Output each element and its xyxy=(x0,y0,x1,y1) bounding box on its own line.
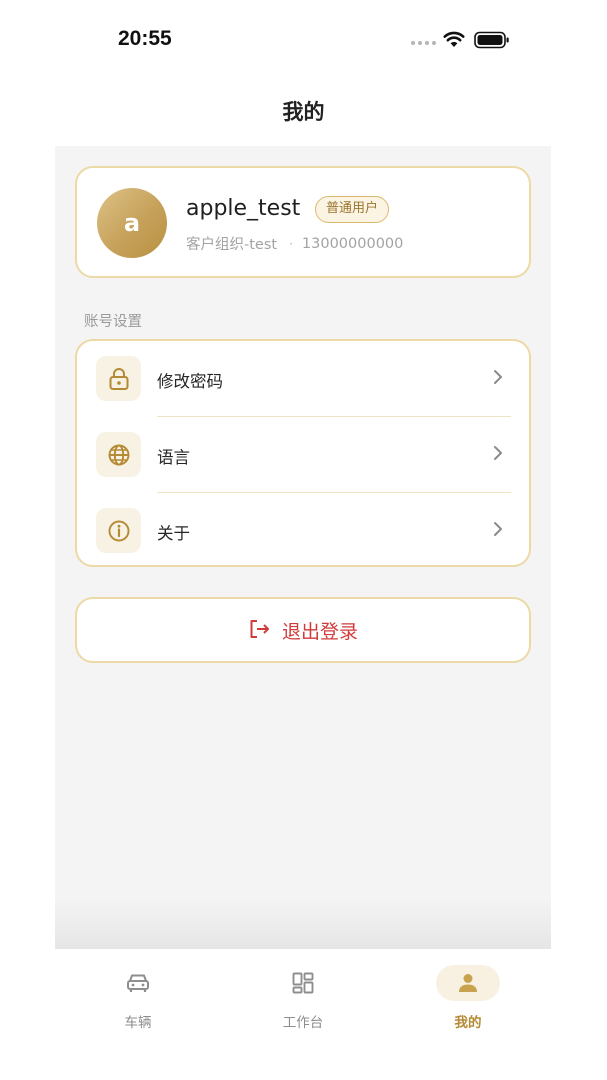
page-title: 我的 xyxy=(282,100,325,124)
role-badge: 普通用户 xyxy=(315,196,390,223)
dashboard-grid-icon xyxy=(271,965,335,1001)
logout-button-content: 退出登录 xyxy=(77,599,529,661)
tab-label: 工作台 xyxy=(282,1015,324,1031)
profile-card[interactable]: a apple_test 普通用户 客户组织-test · 1300000000… xyxy=(75,166,531,278)
setting-item-about[interactable]: 关于 xyxy=(77,493,529,568)
logout-icon xyxy=(248,618,272,644)
account-settings-card: 修改密码 语言 关于 xyxy=(75,339,531,567)
chevron-right-icon xyxy=(493,369,503,389)
info-icon xyxy=(96,508,141,553)
separator-dot: · xyxy=(289,236,293,251)
tab-label: 车辆 xyxy=(124,1015,152,1031)
setting-label: 修改密码 xyxy=(157,372,223,391)
avatar: a xyxy=(97,188,167,258)
tab-mine[interactable]: 我的 xyxy=(408,961,528,1031)
car-icon xyxy=(106,965,170,1001)
battery-icon xyxy=(474,31,510,53)
setting-label: 关于 xyxy=(157,524,190,543)
profile-subline: 客户组织-test · 13000000000 xyxy=(186,233,403,254)
tab-workbench[interactable]: 工作台 xyxy=(243,961,363,1031)
status-bar: 20:55 xyxy=(0,0,607,80)
logout-label: 退出登录 xyxy=(281,620,358,643)
tab-vehicle[interactable]: 车辆 xyxy=(78,961,198,1031)
phone-number: 13000000000 xyxy=(301,235,404,252)
setting-item-language[interactable]: 语言 xyxy=(77,417,529,492)
section-label-account-settings: 账号设置 xyxy=(84,314,142,330)
organization-name: 客户组织-test xyxy=(186,237,278,253)
tab-bar: 车辆 工作台 我的 xyxy=(0,949,607,1080)
chevron-right-icon xyxy=(493,521,503,541)
content-area: a apple_test 普通用户 客户组织-test · 1300000000… xyxy=(55,146,551,949)
logout-button[interactable]: 退出登录 xyxy=(75,597,531,663)
tab-label: 我的 xyxy=(454,1015,482,1031)
setting-label: 语言 xyxy=(157,448,190,467)
cellular-signal-icon xyxy=(411,41,436,45)
wifi-icon xyxy=(443,30,465,52)
globe-icon xyxy=(96,432,141,477)
lock-icon xyxy=(96,356,141,401)
username: apple_test xyxy=(186,196,301,221)
chevron-right-icon xyxy=(493,445,503,465)
setting-item-change-password[interactable]: 修改密码 xyxy=(77,341,529,416)
person-icon xyxy=(436,965,500,1001)
status-time: 20:55 xyxy=(118,27,172,50)
